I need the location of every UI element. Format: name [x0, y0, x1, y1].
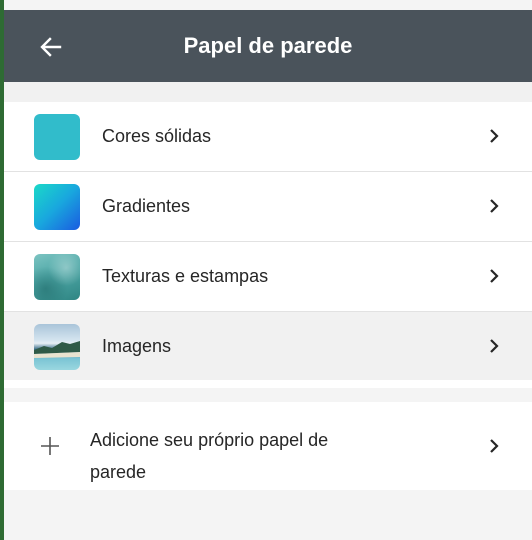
add-wallpaper-label-line2: parede: [90, 462, 147, 482]
category-label: Cores sólidas: [102, 126, 212, 146]
add-wallpaper-label: Adicione seu próprio papel de parede: [90, 424, 420, 488]
plus-icon: [38, 434, 62, 458]
chevron-right-icon: [484, 266, 504, 286]
chevron-right-icon: [484, 126, 504, 146]
wallpaper-category-list: Cores sólidas Gradientes Texturas e esta…: [4, 102, 532, 388]
image-thumbnail: [34, 324, 80, 370]
app-bar: Papel de parede: [4, 10, 532, 82]
solid-color-thumbnail: [34, 114, 80, 160]
category-label: Imagens: [102, 336, 172, 356]
texture-thumbnail: [34, 254, 80, 300]
chevron-right-icon: [484, 196, 504, 216]
page-title: Papel de parede: [183, 33, 353, 58]
category-row-textures[interactable]: Texturas e estampas: [4, 242, 532, 312]
chevron-right-icon: [484, 436, 504, 456]
gradient-thumbnail: [34, 184, 80, 230]
category-label: Texturas e estampas: [102, 266, 269, 286]
category-label: Gradientes: [102, 196, 191, 216]
add-wallpaper-label-line1: Adicione seu próprio papel de: [90, 430, 329, 450]
chevron-right-icon: [484, 336, 504, 356]
category-row-gradients[interactable]: Gradientes: [4, 172, 532, 242]
app-frame: Papel de parede Cores sólidas Gradientes…: [0, 0, 532, 540]
category-row-images[interactable]: Imagens: [4, 312, 532, 380]
section-spacer: [4, 82, 532, 102]
add-wallpaper-card: Adicione seu próprio papel de parede: [4, 402, 532, 490]
category-row-solid-colors[interactable]: Cores sólidas: [4, 102, 532, 172]
add-own-wallpaper-button[interactable]: Adicione seu próprio papel de parede: [4, 402, 532, 490]
